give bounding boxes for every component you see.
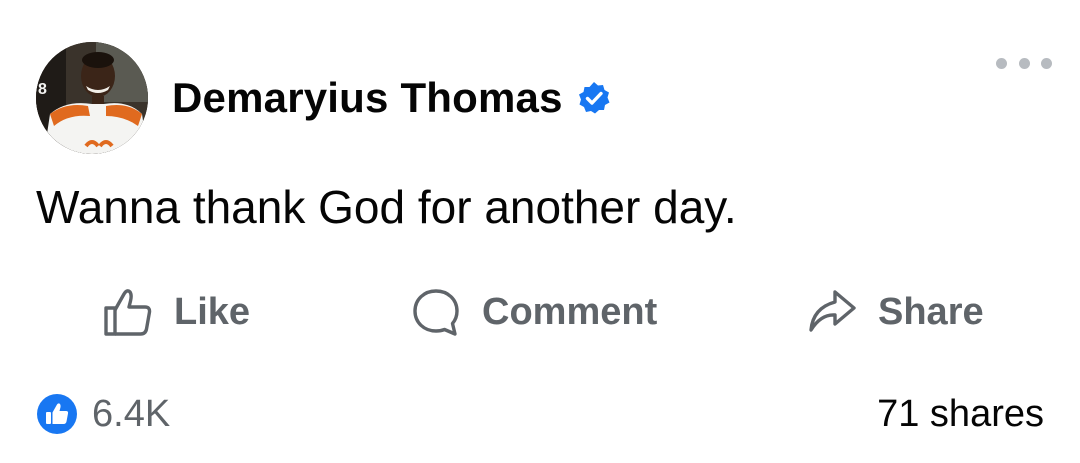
verified-badge-icon bbox=[578, 82, 610, 114]
like-button[interactable]: Like bbox=[102, 282, 250, 342]
author-row: Demaryius Thomas bbox=[172, 70, 611, 126]
comment-button[interactable]: Comment bbox=[410, 282, 657, 342]
comment-label: Comment bbox=[482, 290, 658, 333]
avatar[interactable]: 8 bbox=[36, 42, 148, 154]
reactions-summary[interactable]: 6.4K bbox=[36, 392, 170, 436]
more-options-icon bbox=[996, 57, 1007, 69]
more-options-icon bbox=[1041, 57, 1052, 69]
share-label: Share bbox=[878, 290, 984, 333]
more-options-button[interactable] bbox=[996, 52, 1052, 74]
svg-text:8: 8 bbox=[38, 81, 47, 98]
facebook-post-card: 8 Demaryius Thomas Wanna thank God for a… bbox=[0, 0, 1080, 463]
more-options-icon bbox=[1018, 57, 1030, 69]
share-arrow-icon bbox=[809, 290, 856, 332]
reaction-count: 6.4K bbox=[92, 392, 171, 435]
speech-bubble-icon bbox=[413, 289, 459, 336]
post-text: Wanna thank God for another day. bbox=[36, 181, 737, 233]
author-name[interactable]: Demaryius Thomas bbox=[172, 74, 563, 122]
like-label: Like bbox=[174, 290, 251, 333]
share-button[interactable]: Share bbox=[806, 282, 984, 342]
like-reaction-icon bbox=[37, 394, 77, 434]
thumbs-up-icon bbox=[104, 289, 152, 336]
shares-count[interactable]: 71 shares bbox=[877, 392, 1044, 436]
avatar-photo: 8 bbox=[36, 42, 148, 154]
